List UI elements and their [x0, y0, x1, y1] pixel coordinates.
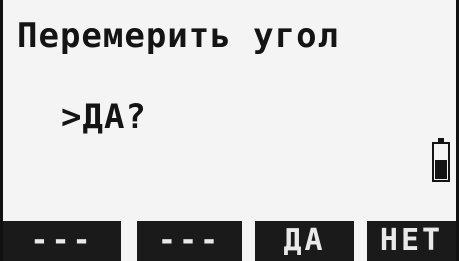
- softkey-bar: --- --- ДА НЕТ: [3, 221, 456, 261]
- screen-title: Перемерить угол: [17, 16, 340, 56]
- lcd-screen: Перемерить угол >ДА? --- --- ДА НЕТ: [0, 0, 459, 261]
- softkey-f2-button[interactable]: ---: [137, 221, 242, 261]
- yes-button[interactable]: ДА: [255, 221, 354, 261]
- no-button[interactable]: НЕТ: [367, 221, 456, 261]
- confirm-prompt: >ДА?: [61, 97, 147, 137]
- softkey-f1-button[interactable]: ---: [3, 221, 121, 261]
- battery-icon: [432, 138, 450, 182]
